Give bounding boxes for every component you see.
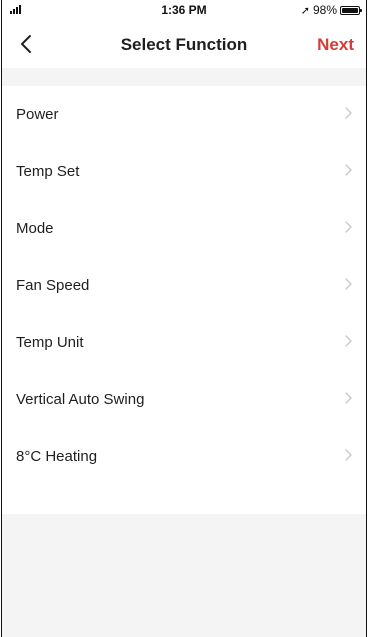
list-item-mode[interactable]: Mode (2, 200, 366, 257)
chevron-right-icon (345, 449, 352, 461)
chevron-right-icon (345, 221, 352, 233)
app-frame: 1:36 PM ➚ 98% Select Function Next Power… (1, 0, 367, 637)
function-list: Power Temp Set Mode Fan Speed Temp Unit (2, 86, 366, 514)
chevron-right-icon (345, 392, 352, 404)
chevron-right-icon (345, 164, 352, 176)
list-item-8c-heating[interactable]: 8°C Heating (2, 428, 366, 485)
list-item-label: Power (16, 106, 59, 123)
chevron-right-icon (345, 278, 352, 290)
list-item-label: Temp Unit (16, 334, 84, 351)
chevron-right-icon (345, 107, 352, 119)
list-item-fan-speed[interactable]: Fan Speed (2, 257, 366, 314)
battery-icon (340, 5, 362, 15)
list-item-label: Vertical Auto Swing (16, 391, 145, 408)
list-item-temp-unit[interactable]: Temp Unit (2, 314, 366, 371)
list-bottom-padding (2, 485, 366, 514)
nav-bar: Select Function Next (2, 20, 366, 68)
list-item-vertical-auto-swing[interactable]: Vertical Auto Swing (2, 371, 366, 428)
page-title: Select Function (120, 35, 248, 54)
list-item-label: Fan Speed (16, 277, 90, 294)
list-item-label: Mode (16, 220, 54, 237)
location-icon: ➚ (300, 4, 310, 17)
battery-indicator: ➚ 98% (300, 3, 362, 17)
list-item-label: 8°C Heating (16, 448, 98, 465)
battery-percent: 98% (312, 3, 337, 17)
list-item-temp-set[interactable]: Temp Set (2, 143, 366, 200)
next-button[interactable]: Next (317, 35, 354, 55)
list-item-label: Temp Set (16, 163, 80, 180)
list-item-power[interactable]: Power (2, 86, 366, 143)
status-bar: 1:36 PM ➚ 98% (2, 0, 366, 20)
chevron-right-icon (345, 335, 352, 347)
